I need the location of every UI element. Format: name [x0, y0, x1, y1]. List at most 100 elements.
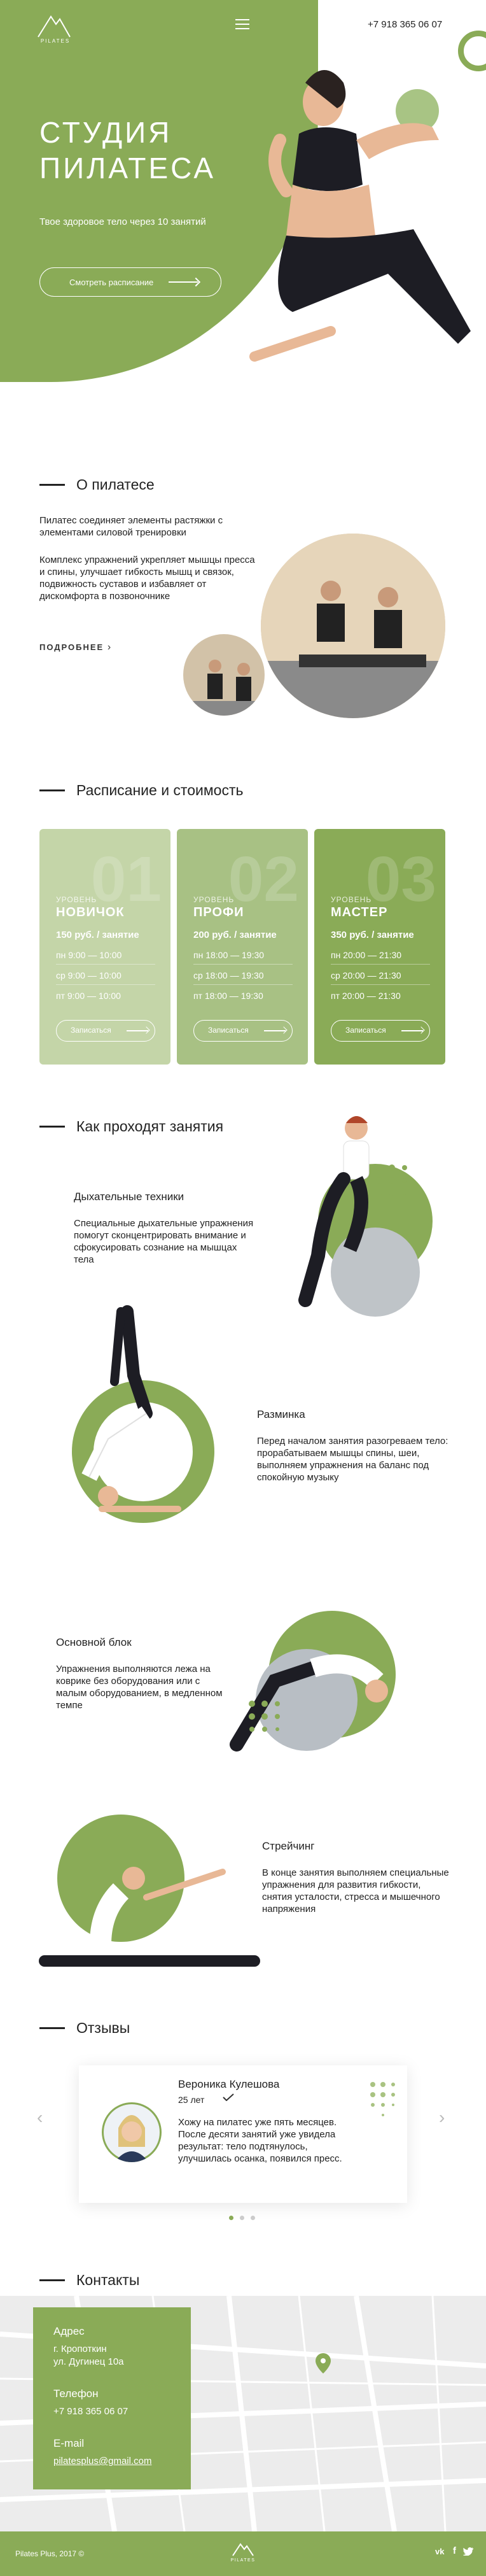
level-name: ПРОФИ [193, 905, 244, 919]
carousel-dots [229, 2216, 255, 2220]
how-heading: Как проходят занятия [39, 1118, 223, 1135]
card-price: 200 руб. / занятие [193, 930, 277, 940]
step-text-warmup: Перед началом занятия разогреваем тело: … [257, 1436, 448, 1483]
contact-card: Адрес г. Кропоткин ул. Дугинец 10а Телеф… [33, 2307, 191, 2489]
step-image-breathing [298, 1116, 433, 1317]
signup-label: Записаться [208, 1026, 249, 1035]
divider [56, 984, 155, 985]
step-title-stretching: Стрейчинг [262, 1840, 315, 1852]
step-title-warmup: Разминка [257, 1408, 305, 1420]
signup-button[interactable]: Записаться [56, 1020, 155, 1042]
step-title-breathing: Дыхательные техники [74, 1191, 184, 1203]
checkmark-icon [223, 2093, 234, 2101]
how-heading-text: Как проходят занятия [76, 1118, 224, 1135]
arrow-right-icon [169, 281, 198, 283]
contacts-heading-text: Контакты [76, 2272, 140, 2288]
facebook-icon[interactable]: f [453, 2545, 456, 2556]
vk-icon[interactable]: vk [435, 2547, 444, 2556]
hero-title-line2: ПИЛАТЕСА [39, 152, 216, 185]
dots-decoration [370, 2082, 395, 2116]
level-name: МАСТЕР [331, 905, 388, 919]
level-label: УРОВЕНЬ [56, 895, 97, 904]
level-label: УРОВЕНЬ [331, 895, 372, 904]
more-link[interactable]: ПОДРОБНЕЕ › [39, 642, 112, 653]
more-link-label: ПОДРОБНЕЕ [39, 642, 104, 652]
reviewer-name: Вероника Кулешова [178, 2078, 280, 2090]
step-image-main [230, 1611, 396, 1752]
about-photo-large [261, 534, 445, 718]
schedule-row: пт 20:00 — 21:30 [331, 991, 401, 1001]
carousel-dot[interactable] [240, 2216, 244, 2220]
card-price: 350 руб. / занятие [331, 930, 414, 940]
schedule-row: пт 18:00 — 19:30 [193, 991, 263, 1001]
reviewer-age: 25 лет [178, 2095, 205, 2105]
step-text-stretching: В конце занятия выполняем специальные уп… [262, 1867, 449, 1914]
carousel-dot-active[interactable] [229, 2216, 233, 2220]
schedule-row: пн 18:00 — 19:30 [193, 950, 265, 960]
pricing-card-pro: 02 УРОВЕНЬ ПРОФИ 200 руб. / занятие пн 1… [177, 829, 308, 1065]
dots-decoration [376, 1164, 407, 1196]
avatar [102, 2102, 162, 2162]
map-pin-icon[interactable] [316, 2353, 331, 2374]
twitter-icon[interactable] [463, 2547, 473, 2556]
arrow-right-icon [264, 1030, 286, 1031]
heading-dash [39, 789, 65, 791]
heading-dash [39, 2027, 65, 2029]
about-photo-small [179, 630, 268, 719]
step-image-warmup [72, 1305, 214, 1523]
pricing-card-master: 03 УРОВЕНЬ МАСТЕР 350 руб. / занятие пн … [314, 829, 445, 1065]
arrow-right-icon [127, 1030, 148, 1031]
step-text-breathing: Специальные дыхательные упражнения помог… [74, 1218, 254, 1265]
footer-logo-text: PILATES [230, 2558, 256, 2563]
footer: Pilates Plus, 2017 © PILATES vk f [0, 2531, 486, 2576]
reviews-heading-text: Отзывы [76, 2020, 130, 2036]
logo-text: PILATES [40, 38, 71, 44]
schedule-row: ср 9:00 — 10:00 [56, 970, 122, 980]
hero-subtitle: Твое здоровое тело через 10 занятий [39, 216, 206, 227]
next-review-icon[interactable]: › [439, 2107, 445, 2128]
about-paragraph-1: Пилатес соединяет элементы растяжки с эл… [39, 515, 223, 538]
divider [193, 964, 293, 965]
signup-label: Записаться [345, 1026, 386, 1035]
email-label: E-mail [53, 2437, 85, 2449]
address-city: г. Кропоткин [53, 2344, 107, 2354]
divider [193, 984, 293, 985]
carousel-dot[interactable] [251, 2216, 255, 2220]
step-title-main: Основной блок [56, 1636, 132, 1648]
contacts-heading: Контакты [39, 2272, 139, 2289]
hero-title: СТУДИЯ ПИЛАТЕСА [39, 115, 216, 186]
level-label: УРОВЕНЬ [193, 895, 235, 904]
review-card: Вероника Кулешова 25 лет Хожу на пилатес… [79, 2065, 407, 2203]
step-image-stretching [39, 1815, 260, 1967]
about-heading-text: О пилатесе [76, 476, 155, 493]
logo-icon[interactable] [232, 2542, 254, 2557]
email-link[interactable]: pilatesplus@gmail.com [53, 2455, 151, 2467]
schedule-row: ср 20:00 — 21:30 [331, 970, 401, 980]
about-paragraph-2: Комплекс упражнений укрепляет мышцы прес… [39, 555, 255, 602]
chevron-right-icon: › [107, 642, 113, 653]
prev-review-icon[interactable]: ‹ [37, 2107, 43, 2128]
hero-section: PILATES +7 918 365 06 07 СТУДИЯ ПИЛАТЕСА… [0, 0, 486, 407]
phone-value[interactable]: +7 918 365 06 07 [53, 2405, 128, 2417]
card-price: 150 руб. / занятие [56, 930, 139, 940]
phone-label: Телефон [53, 2388, 99, 2400]
heading-dash [39, 1126, 65, 1128]
schedule-heading: Расписание и стоимость [39, 782, 243, 799]
reviews-heading: Отзывы [39, 2020, 130, 2037]
copyright: Pilates Plus, 2017 © [15, 2549, 85, 2558]
signup-button[interactable]: Записаться [193, 1020, 293, 1042]
address-street: ул. Дугинец 10а [53, 2356, 124, 2367]
view-schedule-button[interactable]: Смотреть расписание [39, 267, 221, 297]
step-text-main: Упражнения выполняются лежа на коврике б… [56, 1664, 223, 1711]
schedule-heading-text: Расписание и стоимость [76, 782, 244, 798]
schedule-row: пт 9:00 — 10:00 [56, 991, 121, 1001]
hero-model-image [249, 70, 471, 362]
logo-icon[interactable] [37, 11, 71, 39]
arrow-right-icon [401, 1030, 423, 1031]
signup-button[interactable]: Записаться [331, 1020, 430, 1042]
heading-dash [39, 2279, 65, 2281]
about-heading: О пилатесе [39, 476, 155, 493]
divider [331, 984, 430, 985]
schedule-row: пн 9:00 — 10:00 [56, 950, 122, 960]
signup-label: Записаться [71, 1026, 111, 1035]
